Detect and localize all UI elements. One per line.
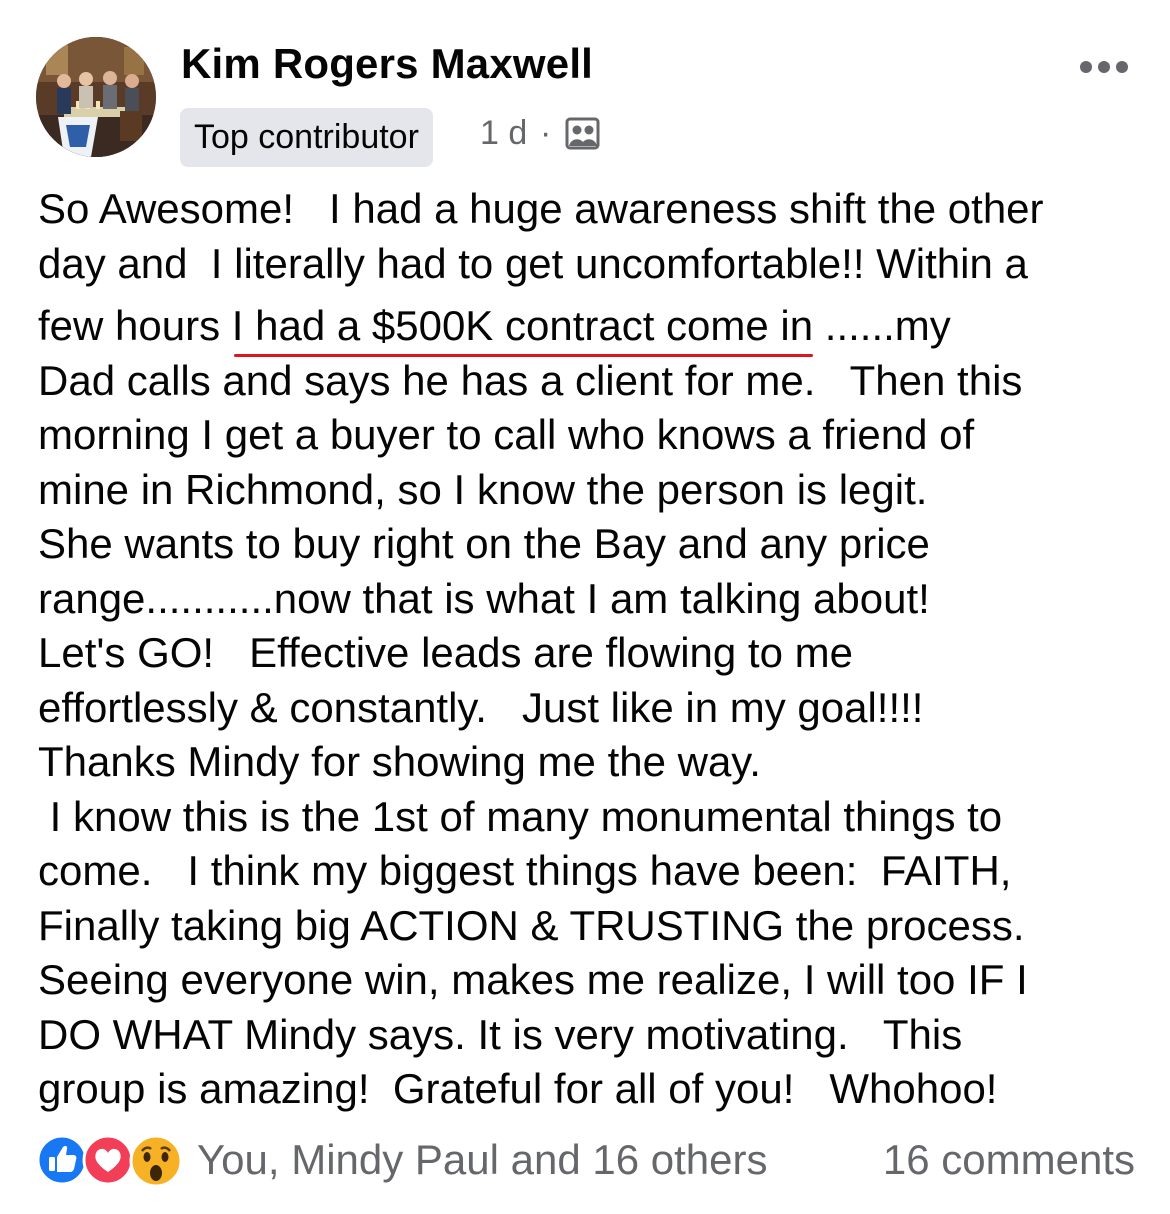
author-name[interactable]: Kim Rogers Maxwell [181, 40, 593, 88]
post-text: So Awesome! I had a huge awareness shift… [38, 182, 1148, 1117]
post-footer: You, Mindy Paul and 16 others 16 comment… [0, 1128, 1170, 1192]
group-icon [565, 117, 600, 150]
wow-icon [129, 1134, 183, 1188]
reactions-summary[interactable]: You, Mindy Paul and 16 others [197, 1136, 768, 1184]
post-line: morning I get a buyer to call who knows … [38, 411, 975, 458]
post-line: She wants to buy right on the Bay and an… [38, 520, 930, 567]
separator-dot: · [540, 114, 552, 152]
avatar[interactable] [36, 37, 156, 157]
post-line: So Awesome! I had a huge awareness shift… [38, 185, 1044, 232]
underlined-highlight: I had a $500K contract come in [231, 302, 814, 349]
post-line: group is amazing! Grateful for all of yo… [38, 1065, 998, 1112]
post-line: Dad calls and says he has a client for m… [38, 356, 1023, 404]
post-timestamp[interactable]: 1 d [480, 114, 527, 153]
like-icon [36, 1134, 88, 1186]
post-text-segment: ......my [813, 302, 951, 349]
post-line: few hours I had a $500K contract come in… [38, 299, 1148, 354]
more-options-icon[interactable] [1078, 56, 1130, 78]
post-line: Finally taking big ACTION & TRUSTING the… [38, 901, 1025, 949]
reaction-icons[interactable] [36, 1134, 186, 1188]
post-line: mine in Richmond, so I know the person i… [38, 465, 928, 513]
post-line: Let's GO! Effective leads are flowing to… [38, 629, 853, 676]
post-line: range...........now that is what I am ta… [38, 574, 930, 622]
post-line: come. I think my biggest things have bee… [38, 847, 1012, 894]
top-contributor-badge[interactable]: Top contributor [180, 108, 433, 167]
post-line: DO WHAT Mindy says. It is very motivatin… [38, 1010, 963, 1058]
post-text-segment: few hours [38, 302, 232, 349]
post-line: Thanks Mindy for showing me the way. [38, 738, 761, 785]
avatar-photo [36, 37, 156, 157]
post-line: Seeing everyone win, makes me realize, I… [38, 956, 1028, 1003]
post-line: I know this is the 1st of many monumenta… [38, 792, 1003, 840]
post-line: effortlessly & constantly. Just like in … [38, 683, 924, 731]
comments-count[interactable]: 16 comments [883, 1136, 1135, 1184]
love-icon [82, 1134, 134, 1186]
post-line: day and I literally had to get uncomfort… [38, 239, 1028, 287]
